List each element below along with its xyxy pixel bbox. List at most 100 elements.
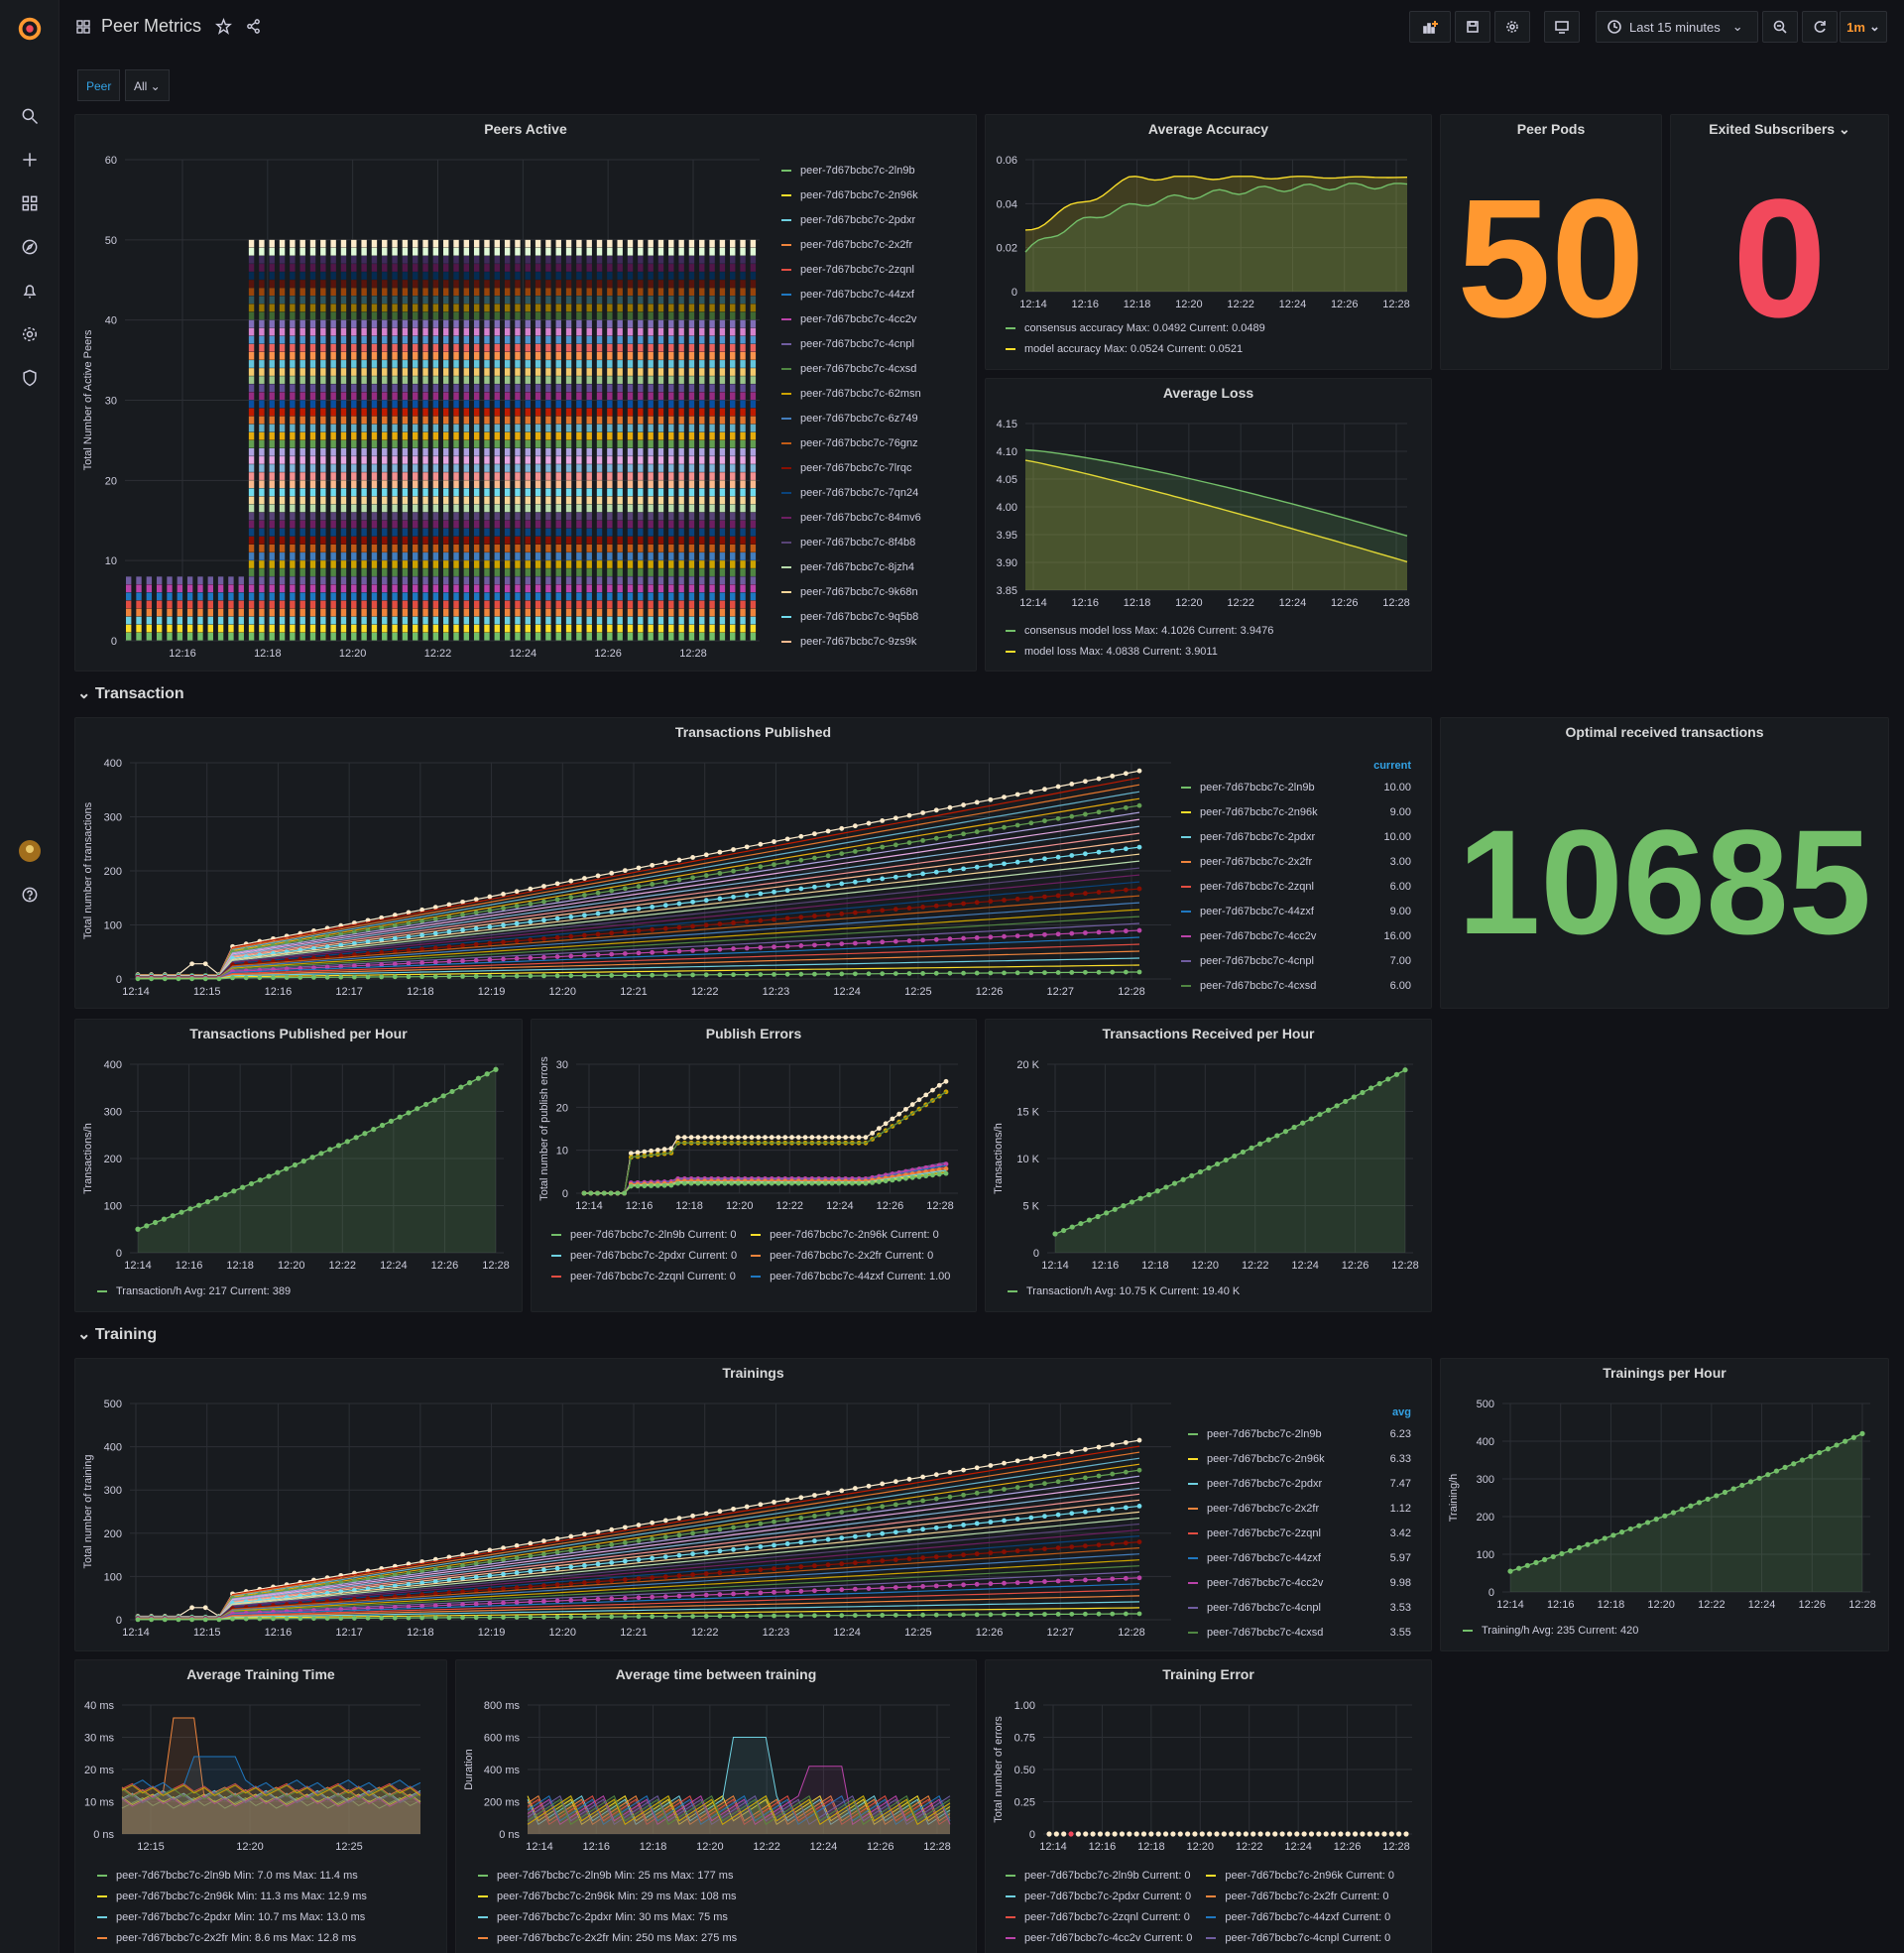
legend-item[interactable]: peer-7d67bcbc7c-4cc2v 9.98 <box>1188 1570 1411 1595</box>
legend-item[interactable]: peer-7d67bcbc7c-8f4b8 <box>781 530 965 554</box>
legend-item[interactable]: peer-7d67bcbc7c-8jzh4 <box>781 554 965 579</box>
gear-icon[interactable] <box>18 322 42 346</box>
legend-item[interactable]: peer-7d67bcbc7c-4cxsd 3.55 <box>1188 1620 1411 1645</box>
refresh-button[interactable] <box>1802 11 1838 43</box>
legend-item[interactable]: peer-7d67bcbc7c-2ln9b <box>781 158 965 183</box>
legend-item[interactable]: peer-7d67bcbc7c-6z749 <box>781 406 965 430</box>
legend-item[interactable]: consensus accuracy Max: 0.0492 Current: … <box>1006 318 1265 339</box>
legend-item[interactable]: peer-7d67bcbc7c-2zqnl Current: 0 <box>1006 1907 1192 1928</box>
legend-item[interactable]: peer-7d67bcbc7c-4cc2v <box>781 306 965 331</box>
legend-item[interactable]: peer-7d67bcbc7c-44zxf <box>781 282 965 306</box>
legend-item[interactable]: peer-7d67bcbc7c-2n96k 6.33 <box>1188 1446 1411 1471</box>
legend-item[interactable]: peer-7d67bcbc7c-2zqnl 3.42 <box>1188 1521 1411 1545</box>
shield-icon[interactable] <box>18 366 42 390</box>
legend-item[interactable]: peer-7d67bcbc7c-2x2fr Min: 250 ms Max: 2… <box>478 1928 737 1949</box>
save-button[interactable] <box>1455 11 1490 43</box>
legend-item[interactable]: consensus model loss Max: 4.1026 Current… <box>1006 621 1273 642</box>
legend-item[interactable]: peer-7d67bcbc7c-2pdxr 7.47 <box>1188 1471 1411 1496</box>
tv-mode-button[interactable] <box>1544 11 1580 43</box>
legend-item[interactable]: Transaction/h Avg: 10.75 K Current: 19.4… <box>1008 1285 1240 1297</box>
legend-item[interactable]: peer-7d67bcbc7c-2x2fr Current: 0 <box>1206 1887 1394 1907</box>
search-icon[interactable] <box>18 104 42 128</box>
avatar[interactable] <box>18 839 42 863</box>
legend-header[interactable]: current <box>1181 757 1411 775</box>
compass-icon[interactable] <box>18 235 42 259</box>
legend-item[interactable]: peer-7d67bcbc7c-7lrqc <box>781 455 965 480</box>
legend-item[interactable]: peer-7d67bcbc7c-44zxf 9.00 <box>1181 899 1411 923</box>
legend-item[interactable]: peer-7d67bcbc7c-2x2fr 1.12 <box>1188 1496 1411 1521</box>
data-point <box>650 1536 655 1541</box>
panel-title[interactable]: Exited Subscribers ⌄ <box>1671 121 1888 138</box>
page-title[interactable]: Peer Metrics <box>101 16 201 37</box>
zoom-out-button[interactable] <box>1762 11 1798 43</box>
dashboards-icon[interactable] <box>18 191 42 215</box>
panel-title[interactable]: Peer Pods <box>1441 121 1661 137</box>
bar-segment <box>750 384 757 393</box>
legend-item[interactable]: peer-7d67bcbc7c-2x2fr 3.00 <box>1181 849 1411 874</box>
row-training[interactable]: ⌄ Training <box>77 1324 157 1344</box>
settings-button[interactable] <box>1494 11 1530 43</box>
legend-item[interactable]: peer-7d67bcbc7c-2pdxr <box>781 207 965 232</box>
bar-segment <box>259 368 265 376</box>
share-icon[interactable] <box>245 18 262 40</box>
legend-item[interactable]: peer-7d67bcbc7c-2ln9b Current: 0 <box>1006 1866 1192 1887</box>
legend-item[interactable]: peer-7d67bcbc7c-44zxf Current: 0 <box>1206 1907 1394 1928</box>
legend-item[interactable]: peer-7d67bcbc7c-2n96k 9.00 <box>1181 799 1411 824</box>
legend-item[interactable]: peer-7d67bcbc7c-44zxf Current: 1.00 <box>751 1267 950 1287</box>
legend-item[interactable]: peer-7d67bcbc7c-7qn24 <box>781 480 965 505</box>
legend-item[interactable]: peer-7d67bcbc7c-2ln9b Current: 0 <box>551 1225 737 1246</box>
legend-item[interactable]: peer-7d67bcbc7c-4cnpl Current: 0 <box>1206 1928 1394 1949</box>
add-panel-button[interactable] <box>1409 11 1451 43</box>
legend-item[interactable]: peer-7d67bcbc7c-2n96k Min: 29 ms Max: 10… <box>478 1887 737 1907</box>
legend-item[interactable]: peer-7d67bcbc7c-2x2fr Min: 8.6 ms Max: 1… <box>97 1928 367 1949</box>
legend-item[interactable]: peer-7d67bcbc7c-2ln9b 6.23 <box>1188 1421 1411 1446</box>
legend-item[interactable]: peer-7d67bcbc7c-2pdxr Current: 0 <box>1006 1887 1192 1907</box>
legend-item[interactable]: peer-7d67bcbc7c-9zs9k <box>781 629 965 654</box>
legend-item[interactable]: peer-7d67bcbc7c-4cnpl <box>781 331 965 356</box>
peer-variable-select[interactable]: All ⌄ <box>125 69 170 101</box>
legend-item[interactable]: peer-7d67bcbc7c-2zqnl <box>781 257 965 282</box>
legend-item[interactable]: peer-7d67bcbc7c-4cxsd 6.00 <box>1181 973 1411 998</box>
legend-item[interactable]: peer-7d67bcbc7c-2zqnl Current: 0 <box>551 1267 737 1287</box>
bell-icon[interactable] <box>18 279 42 303</box>
panel-title[interactable]: Optimal received transactions <box>1441 724 1888 740</box>
legend-item[interactable]: peer-7d67bcbc7c-2pdxr Min: 10.7 ms Max: … <box>97 1907 367 1928</box>
legend-item[interactable]: peer-7d67bcbc7c-4cnpl 7.00 <box>1181 948 1411 973</box>
legend-item[interactable]: peer-7d67bcbc7c-2ln9b 10.00 <box>1181 775 1411 799</box>
legend-item[interactable]: peer-7d67bcbc7c-76gnz <box>781 430 965 455</box>
refresh-interval-picker[interactable]: 1m ⌄ <box>1840 11 1887 43</box>
legend-item[interactable]: peer-7d67bcbc7c-2n96k Current: 0 <box>751 1225 950 1246</box>
legend-item[interactable]: peer-7d67bcbc7c-2n96k Min: 11.3 ms Max: … <box>97 1887 367 1907</box>
legend-header[interactable]: avg <box>1188 1404 1411 1421</box>
legend-item[interactable]: peer-7d67bcbc7c-2ln9b Min: 25 ms Max: 17… <box>478 1866 737 1887</box>
legend-item[interactable]: peer-7d67bcbc7c-2n96k <box>781 183 965 207</box>
legend-item[interactable]: Training/h Avg: 235 Current: 420 <box>1463 1625 1638 1637</box>
legend-item[interactable]: model loss Max: 4.0838 Current: 3.9011 <box>1006 642 1273 663</box>
grafana-logo-icon[interactable] <box>15 14 45 44</box>
legend-item[interactable]: peer-7d67bcbc7c-4cc2v 16.00 <box>1181 923 1411 948</box>
legend-item[interactable]: peer-7d67bcbc7c-2zqnl 6.00 <box>1181 874 1411 899</box>
row-transaction[interactable]: ⌄ Transaction <box>77 683 184 703</box>
legend-item[interactable]: peer-7d67bcbc7c-62msn <box>781 381 965 406</box>
legend-item[interactable]: Transaction/h Avg: 217 Current: 389 <box>97 1285 291 1297</box>
legend-item[interactable]: model accuracy Max: 0.0524 Current: 0.05… <box>1006 339 1265 360</box>
help-icon[interactable] <box>18 883 42 907</box>
legend-item[interactable]: peer-7d67bcbc7c-4cxsd <box>781 356 965 381</box>
legend-item[interactable]: peer-7d67bcbc7c-2pdxr Min: 30 ms Max: 75… <box>478 1907 737 1928</box>
plus-icon[interactable] <box>18 148 42 172</box>
legend-item[interactable]: peer-7d67bcbc7c-84mv6 <box>781 505 965 530</box>
legend-item[interactable]: peer-7d67bcbc7c-2x2fr <box>781 232 965 257</box>
legend-item[interactable]: peer-7d67bcbc7c-2pdxr Current: 0 <box>551 1246 737 1267</box>
legend-item[interactable]: peer-7d67bcbc7c-2x2fr Current: 0 <box>751 1246 950 1267</box>
legend-item[interactable]: peer-7d67bcbc7c-4cc2v Current: 0 <box>1006 1928 1192 1949</box>
legend-item[interactable]: peer-7d67bcbc7c-9q5b8 <box>781 604 965 629</box>
bar-segment <box>638 247 644 256</box>
legend-item[interactable]: peer-7d67bcbc7c-2pdxr 10.00 <box>1181 824 1411 849</box>
legend-item[interactable]: peer-7d67bcbc7c-4cnpl 3.53 <box>1188 1595 1411 1620</box>
legend-item[interactable]: peer-7d67bcbc7c-9k68n <box>781 579 965 604</box>
time-range-picker[interactable]: Last 15 minutes ⌄ <box>1596 11 1758 43</box>
star-icon[interactable] <box>215 17 232 40</box>
legend-item[interactable]: peer-7d67bcbc7c-44zxf 5.97 <box>1188 1545 1411 1570</box>
legend-item[interactable]: peer-7d67bcbc7c-2n96k Current: 0 <box>1206 1866 1394 1887</box>
legend-item[interactable]: peer-7d67bcbc7c-2ln9b Min: 7.0 ms Max: 1… <box>97 1866 367 1887</box>
